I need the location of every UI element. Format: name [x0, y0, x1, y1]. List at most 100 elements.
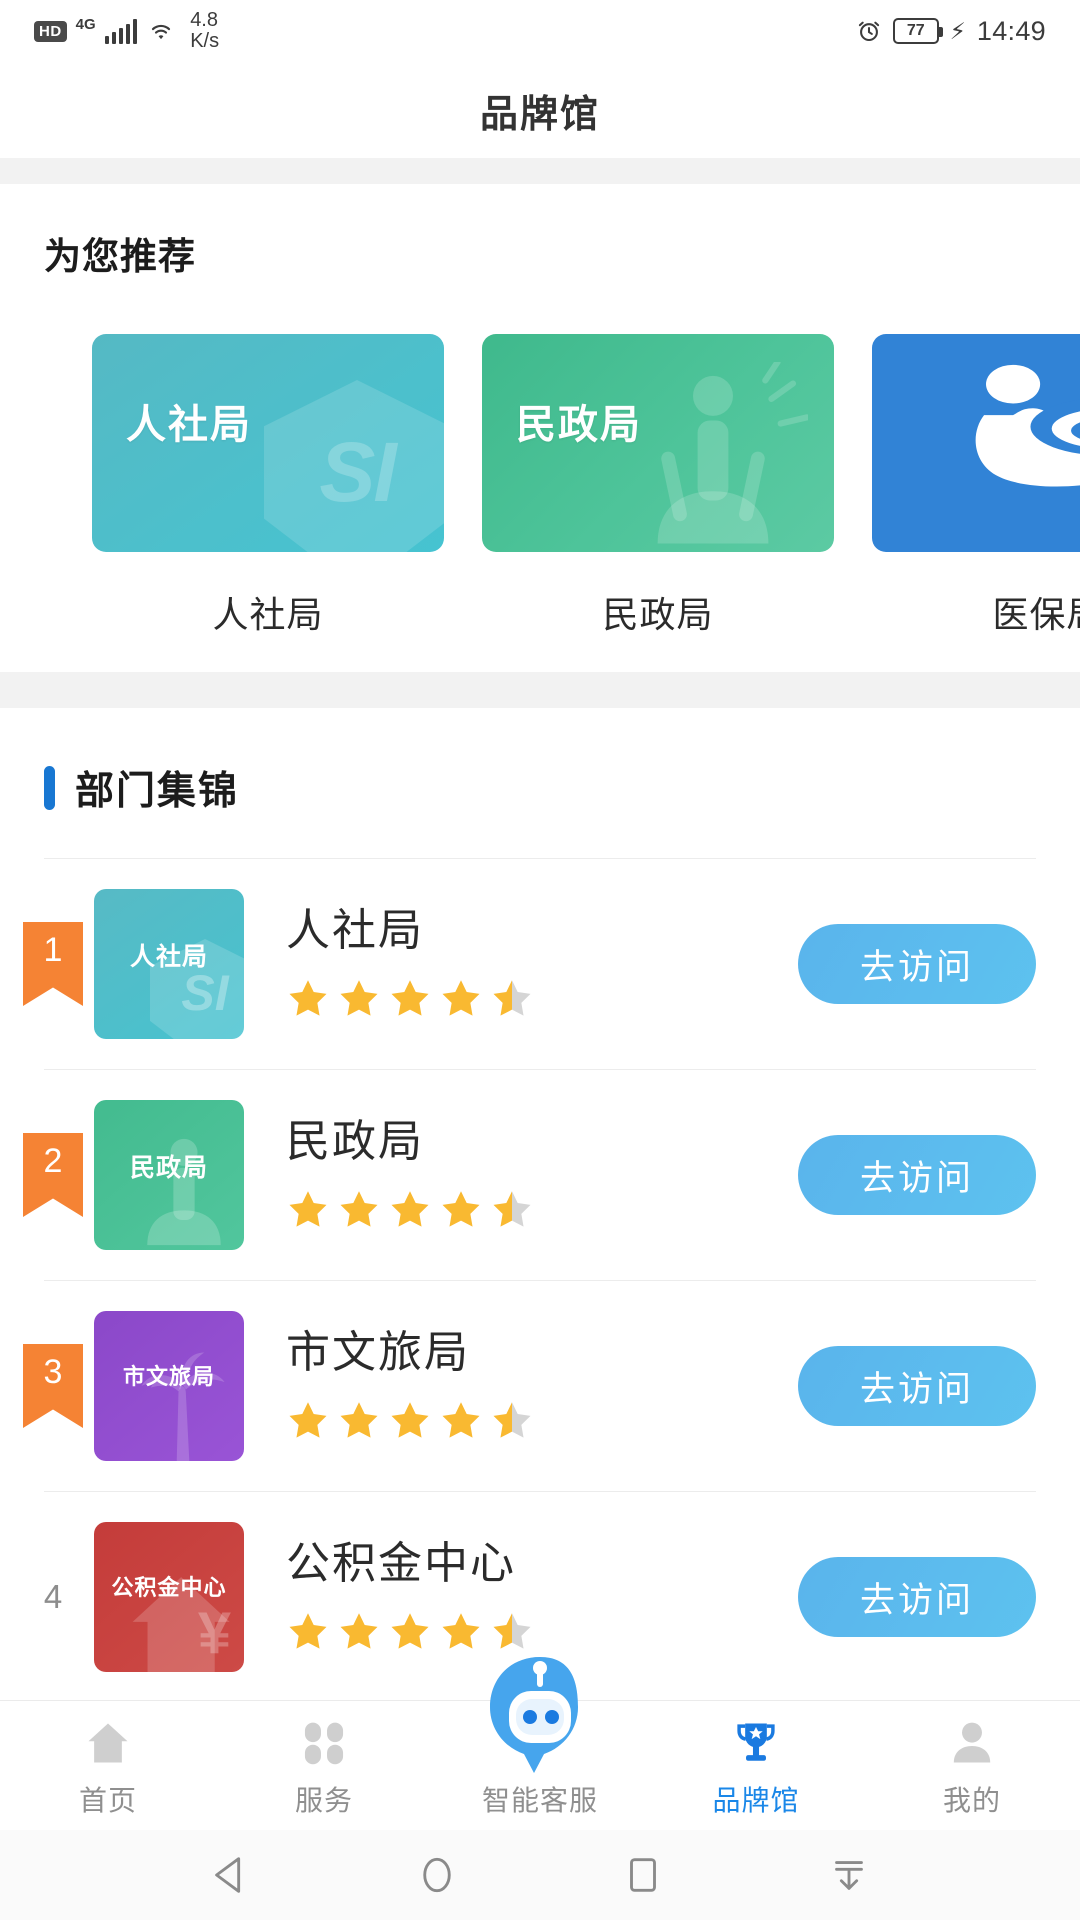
battery-level: 77	[906, 22, 925, 39]
tab-label-home: 首页	[78, 1785, 137, 1816]
department-thumbnail[interactable]: 民政局	[94, 1100, 244, 1250]
tab-label-smart-service: 智能客服	[481, 1785, 598, 1816]
recommend-section: 为您推荐 人社局 SI 人社局 民政局 民政局 医保	[0, 184, 1080, 672]
recents-square-icon[interactable]	[620, 1852, 666, 1898]
home-circle-icon[interactable]	[414, 1852, 460, 1898]
system-navigation-bar	[0, 1830, 1080, 1920]
rank-badge-wrapper: 3	[22, 1344, 84, 1428]
tab-label-services: 服务	[294, 1785, 353, 1816]
star-icon	[289, 1191, 327, 1227]
grid-icon	[304, 1722, 344, 1765]
star-icon	[391, 1402, 429, 1438]
app-screen: HD 4G 4.8 K/s 77 ⚡ 14:49 品牌馆 为您推荐 人社局 SI…	[0, 0, 1080, 1920]
person-hands-icon	[147, 1138, 221, 1246]
department-name: 市文旅局	[286, 1327, 470, 1377]
department-name: 人社局	[286, 905, 424, 955]
star-icon	[289, 1613, 327, 1649]
pulldown-icon[interactable]	[826, 1852, 872, 1898]
star-icon	[340, 1402, 378, 1438]
table-row[interactable]: 3 市文旅局 市文旅局 去访问	[0, 1281, 1080, 1491]
recommend-card-image-1[interactable]: 民政局	[482, 334, 834, 552]
star-icon	[289, 980, 327, 1016]
star-icon	[493, 1402, 531, 1438]
recommend-card-image-2[interactable]	[872, 334, 1080, 552]
star-icon	[442, 1402, 480, 1438]
department-section-title: 部门集锦	[75, 770, 240, 813]
wifi-icon	[152, 24, 171, 40]
speed-value: 4.8	[190, 9, 218, 31]
status-bar: HD 4G 4.8 K/s 77 ⚡ 14:49	[0, 0, 1080, 62]
department-name: 公积金中心	[286, 1538, 516, 1588]
robot-icon	[490, 1657, 578, 1773]
star-icon	[391, 980, 429, 1016]
department-info: 人社局	[244, 905, 798, 1021]
table-row[interactable]: 2 民政局 民政局 去访问	[0, 1070, 1080, 1280]
status-bar-clock: 14:49	[976, 15, 1046, 46]
rating-stars	[286, 977, 798, 1021]
rank-number: 4	[43, 1578, 63, 1615]
visit-button[interactable]: 去访问	[798, 924, 1036, 1004]
star-icon	[442, 1613, 480, 1649]
recommend-card-1[interactable]: 民政局 民政局	[482, 334, 834, 638]
shield-icon: SI	[264, 380, 444, 552]
star-icon	[340, 980, 378, 1016]
star-icon	[493, 980, 531, 1016]
star-icon	[493, 1191, 531, 1227]
department-info: 公积金中心	[244, 1538, 798, 1654]
star-icon	[289, 1402, 327, 1438]
tab-brand-hall[interactable]: 品牌馆	[648, 1717, 864, 1819]
recommend-carousel[interactable]: 人社局 SI 人社局 民政局 民政局 医保	[0, 280, 1080, 638]
star-icon	[340, 1191, 378, 1227]
tab-profile[interactable]: 我的	[864, 1717, 1080, 1819]
rank-ribbon-icon: 1	[23, 922, 83, 1006]
star-icon	[391, 1613, 429, 1649]
department-name: 民政局	[286, 1116, 424, 1166]
charging-bolt-icon: ⚡	[949, 17, 966, 44]
thumbnail-caption: 民政局	[129, 1154, 209, 1182]
recommend-card-label-1: 民政局	[602, 594, 714, 635]
network-speed: 4.8 K/s	[190, 10, 219, 52]
recommend-card-0[interactable]: 人社局 SI 人社局	[92, 334, 444, 638]
recommend-card-2[interactable]: 医保局	[872, 334, 1080, 638]
hd-icon: HD	[34, 20, 67, 42]
department-thumbnail[interactable]: 人社局 SI	[94, 889, 244, 1039]
recommend-card-image-0[interactable]: 人社局 SI	[92, 334, 444, 552]
rank-badge-wrapper: 2	[22, 1133, 84, 1217]
section-divider-top	[0, 158, 1080, 184]
recommend-card-label-2: 医保局	[992, 594, 1080, 635]
visit-button[interactable]: 去访问	[798, 1557, 1036, 1637]
star-icon	[340, 1613, 378, 1649]
rank-badge-wrapper: 1	[22, 922, 84, 1006]
person-icon	[953, 1722, 991, 1763]
department-info: 市文旅局	[244, 1327, 798, 1443]
battery-icon: 77	[892, 18, 943, 44]
tab-label-profile: 我的	[942, 1785, 1001, 1816]
bottom-tab-bar: 首页 服务 智能客服 品牌馆 我的	[0, 1657, 1080, 1830]
star-icon	[442, 1191, 480, 1227]
table-row[interactable]: 1 人社局 SI 人社局 去访问	[0, 859, 1080, 1069]
shield-badge-text: SI	[319, 424, 396, 519]
department-thumbnail[interactable]: 市文旅局	[94, 1311, 244, 1461]
recommend-card-caption-0: 人社局	[126, 403, 252, 447]
visit-button[interactable]: 去访问	[798, 1135, 1036, 1215]
rating-stars	[286, 1610, 798, 1654]
thumbnail-caption: 市文旅局	[122, 1364, 216, 1389]
tab-smart-service[interactable]: 智能客服	[432, 1657, 648, 1819]
title-bar: 品牌馆	[0, 62, 1080, 158]
thumbnail-caption: 人社局	[129, 943, 209, 971]
department-thumbnail[interactable]: 公积金中心 ¥	[94, 1522, 244, 1672]
signal-bars-icon	[104, 18, 138, 44]
rating-stars	[286, 1188, 798, 1232]
recommend-card-label-0: 人社局	[212, 594, 324, 635]
back-triangle-icon[interactable]	[208, 1852, 254, 1898]
section-divider-mid	[0, 672, 1080, 708]
star-icon	[391, 1191, 429, 1227]
tab-services[interactable]: 服务	[216, 1717, 432, 1819]
visit-button[interactable]: 去访问	[798, 1346, 1036, 1426]
home-icon	[88, 1723, 128, 1763]
tab-home[interactable]: 首页	[0, 1717, 216, 1819]
rank-ribbon-icon: 3	[23, 1344, 83, 1428]
status-bar-right: 77 ⚡ 14:49	[856, 16, 1046, 47]
section-accent-bar	[44, 766, 55, 810]
thumbnail-caption: 公积金中心	[111, 1575, 227, 1600]
